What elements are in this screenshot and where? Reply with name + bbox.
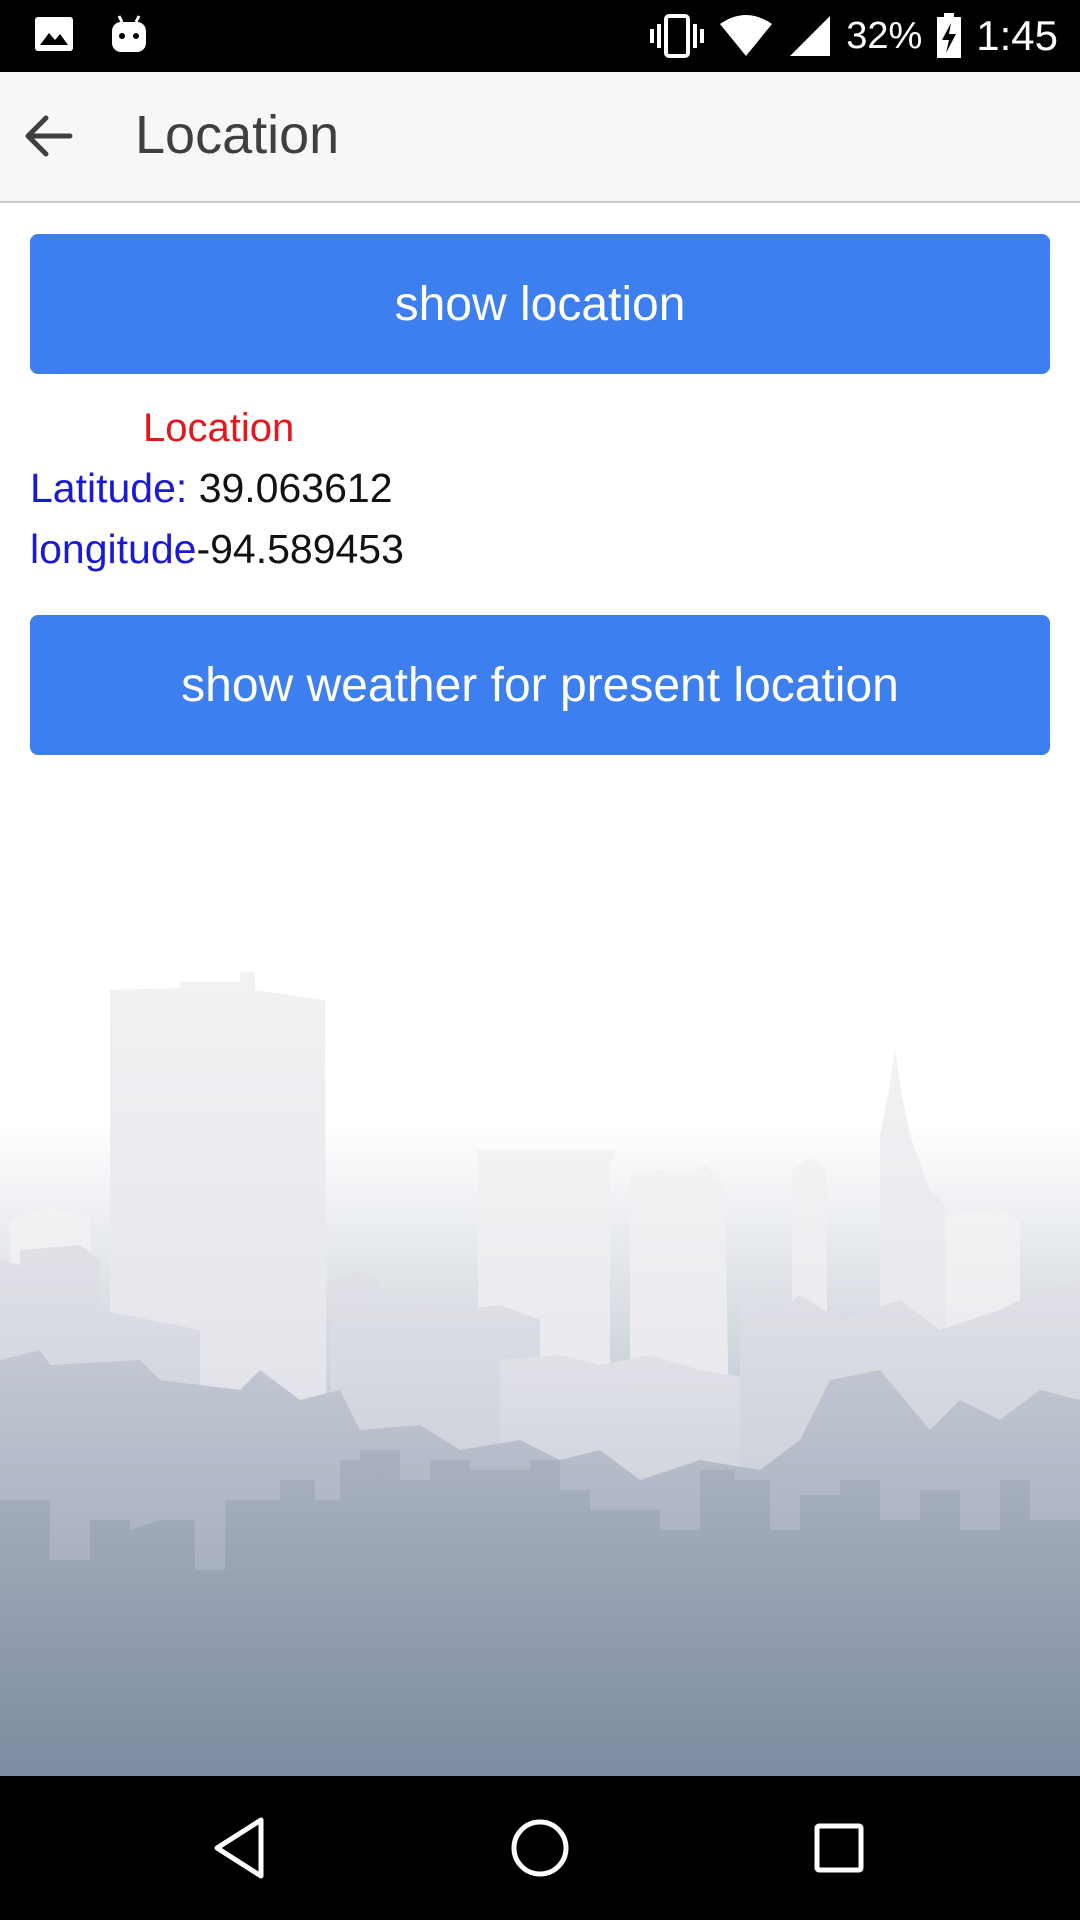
page-title: Location — [135, 105, 340, 165]
navigation-bar — [0, 1776, 1080, 1920]
city-skyline-background — [0, 960, 1080, 1776]
back-triangle-icon[interactable] — [205, 1812, 277, 1884]
latitude-value: 39.063612 — [198, 465, 393, 511]
show-weather-button[interactable]: show weather for present location — [30, 615, 1050, 755]
android-icon — [112, 15, 146, 52]
location-heading: Location — [143, 406, 295, 450]
longitude-label: longitude — [30, 526, 197, 572]
clock: 1:45 — [976, 12, 1058, 59]
battery-percent: 32% — [846, 14, 923, 57]
home-circle-icon[interactable] — [504, 1812, 576, 1884]
longitude-row: longitude-94.589453 — [30, 526, 404, 573]
show-location-button[interactable]: show location — [30, 234, 1050, 374]
arrow-back-icon[interactable] — [22, 110, 74, 162]
latitude-label: Latitude: — [30, 465, 199, 511]
longitude-value: -94.589453 — [196, 526, 404, 572]
battery-charging-icon — [937, 13, 962, 58]
latitude-row: Latitude: 39.063612 — [30, 465, 393, 512]
wifi-icon — [720, 15, 773, 56]
vibrate-icon — [650, 14, 705, 58]
recents-square-icon[interactable] — [803, 1812, 875, 1884]
image-icon — [35, 17, 73, 51]
app-bar: Location — [0, 72, 1080, 203]
signal-icon — [790, 16, 831, 56]
status-bar: 32% 1:45 — [0, 0, 1080, 72]
